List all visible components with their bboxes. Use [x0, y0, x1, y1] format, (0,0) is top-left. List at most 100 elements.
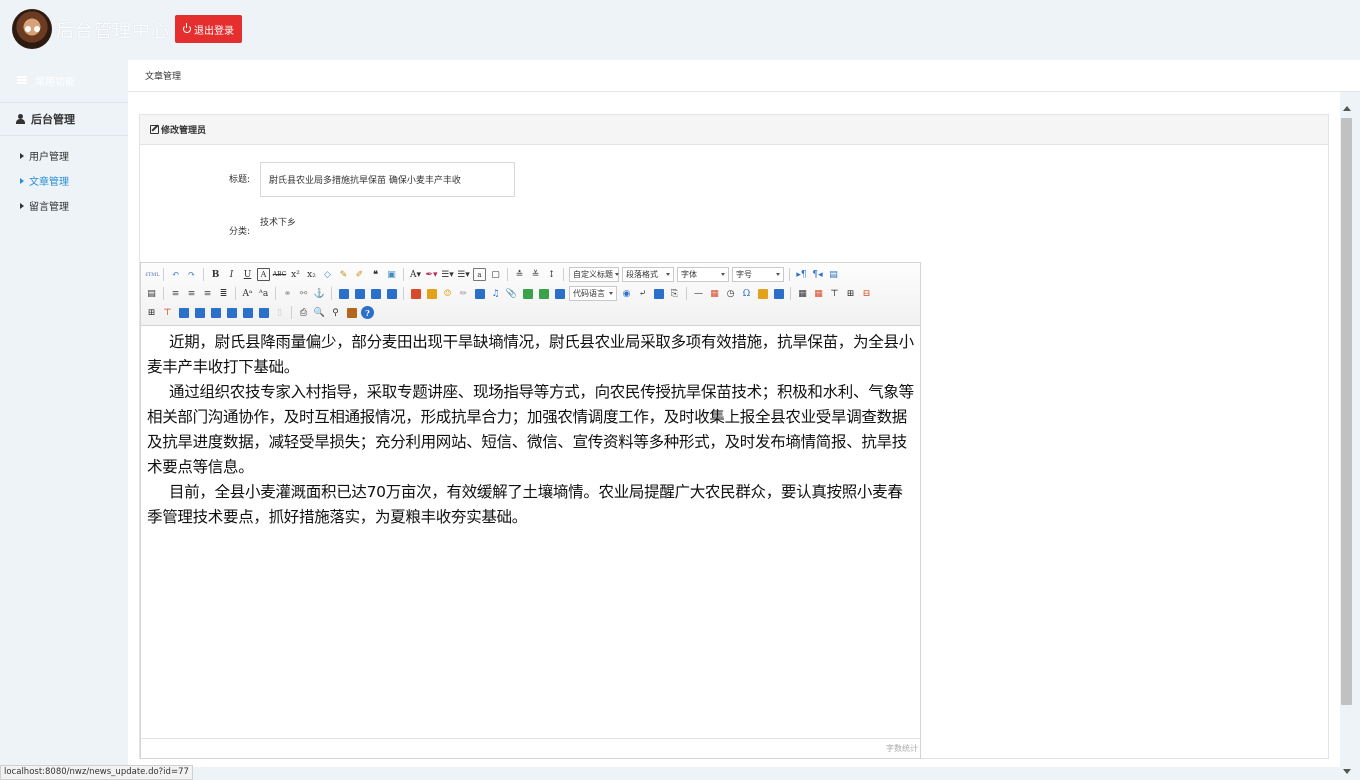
gmap-icon[interactable] [537, 287, 550, 300]
page-break-icon[interactable]: ⤶ [636, 287, 649, 300]
insert-col-icon[interactable]: ⊞ [145, 306, 158, 319]
insert-image-icon[interactable] [425, 287, 438, 300]
font-size-select[interactable]: 字号 [732, 267, 784, 282]
delete-col-icon[interactable]: ⊤ [161, 306, 174, 319]
page-scrollbar[interactable] [1340, 104, 1354, 780]
emotion-icon[interactable]: ☺ [441, 287, 454, 300]
bold-icon[interactable]: B [209, 268, 222, 281]
unlink-icon[interactable]: ⚯ [297, 287, 310, 300]
insert-table-icon[interactable]: ▦ [796, 287, 809, 300]
merge-down-icon[interactable] [209, 306, 222, 319]
sidebar-section-admin[interactable]: 后台管理 [0, 102, 128, 136]
template-icon[interactable]: ◉ [620, 287, 633, 300]
time-icon[interactable]: ◷ [724, 287, 737, 300]
paragraph-format-select[interactable]: 段落格式 [622, 267, 674, 282]
row-spacing-top-icon[interactable]: ≛ [513, 268, 526, 281]
blockquote-icon[interactable]: ❝ [369, 268, 382, 281]
merge-cells-icon[interactable] [177, 306, 190, 319]
preview-icon[interactable]: 🔍 [313, 306, 326, 319]
sidebar-item-messages[interactable]: 留言管理 [0, 193, 128, 218]
title-input[interactable] [260, 162, 515, 197]
music-icon[interactable]: ♫ [489, 287, 502, 300]
date-icon[interactable]: ▦ [708, 287, 721, 300]
html-source-icon[interactable]: HTML [145, 268, 160, 281]
custom-heading-select[interactable]: 自定义标题 [569, 267, 619, 282]
print-icon[interactable]: ⎙ [297, 306, 310, 319]
editor-content[interactable]: 近期，尉氏县降雨量偏少，部分麦田出现干旱缺墒情况，尉氏县农业局采取多项有效措施，… [141, 326, 920, 738]
rich-text-editor[interactable]: HTML ↶ ↷ B I U A ABC x² x₂ ◇ ✎ ✐ ❝ ▣ A▾ … [140, 262, 921, 759]
category-value[interactable]: 技术下乡 [260, 215, 296, 228]
align-center-icon[interactable]: ≡ [185, 287, 198, 300]
scroll-down-icon[interactable] [1343, 769, 1351, 774]
rtl-icon[interactable]: ¶◂ [811, 268, 824, 281]
font-color-icon[interactable]: A▾ [409, 268, 422, 281]
to-lower-icon[interactable]: ᴬa [257, 287, 270, 300]
select-all-icon[interactable]: ▣ [385, 268, 398, 281]
anchor-icon[interactable]: ⚓ [313, 287, 326, 300]
line-height-icon[interactable]: ↕ [545, 268, 558, 281]
indent-icon[interactable]: ▤ [827, 268, 840, 281]
insert-paragraph-icon[interactable]: ⊤ [828, 287, 841, 300]
underline-icon[interactable]: U [241, 268, 254, 281]
back-color-icon[interactable]: ✒▾ [425, 268, 438, 281]
sidebar-item-articles[interactable]: 文章管理 [0, 168, 128, 193]
wordimage-icon[interactable]: ⎘ [668, 287, 681, 300]
sidebar-item-label: 用户管理 [29, 152, 69, 163]
special-chars-icon[interactable]: Ω [740, 287, 753, 300]
table-props-icon[interactable]: ▯ [273, 306, 286, 319]
align-none-icon[interactable]: ▤ [145, 287, 158, 300]
scroll-up-icon[interactable] [1343, 106, 1351, 111]
paste-plain-icon[interactable]: ✐ [353, 268, 366, 281]
subscript-icon[interactable]: x₂ [305, 268, 318, 281]
superscript-icon[interactable]: x² [289, 268, 302, 281]
attachment-icon[interactable]: 📎 [505, 287, 518, 300]
delete-table-icon[interactable]: ▦ [812, 287, 825, 300]
align-justify-icon[interactable]: ≣ [217, 287, 230, 300]
delete-row-icon[interactable]: ⊟ [860, 287, 873, 300]
italic-icon[interactable]: I [225, 268, 238, 281]
logout-button[interactable]: 退出登录 [175, 15, 242, 43]
image-none-icon[interactable] [337, 287, 350, 300]
strikethrough-icon[interactable]: ABC [273, 268, 286, 281]
link-icon[interactable]: ⚭ [281, 287, 294, 300]
split-cols-icon[interactable] [257, 306, 270, 319]
merge-right-icon[interactable] [193, 306, 206, 319]
select-all-text-icon[interactable]: a [473, 268, 486, 281]
ordered-list-icon[interactable]: ☰▾ [441, 268, 454, 281]
simple-upload-icon[interactable] [409, 287, 422, 300]
undo-icon[interactable]: ↶ [169, 268, 182, 281]
font-border-icon[interactable]: A [257, 268, 270, 281]
remove-format-icon[interactable]: ◇ [321, 268, 334, 281]
clear-doc-icon[interactable]: ▢ [489, 268, 502, 281]
insert-frame-icon[interactable] [553, 287, 566, 300]
split-rows-icon[interactable] [241, 306, 254, 319]
power-icon [183, 23, 191, 33]
search-icon[interactable]: ⚲ [329, 306, 342, 319]
sidebar-item-users[interactable]: 用户管理 [0, 143, 128, 168]
align-left-icon[interactable]: ≡ [169, 287, 182, 300]
horizontal-rule-icon[interactable]: — [692, 287, 705, 300]
image-left-icon[interactable] [353, 287, 366, 300]
background-icon[interactable] [652, 287, 665, 300]
font-family-select[interactable]: 字体 [677, 267, 729, 282]
drafts-icon[interactable] [345, 306, 358, 319]
to-upper-icon[interactable]: Aᵃ [241, 287, 254, 300]
row-spacing-bottom-icon[interactable]: ≚ [529, 268, 542, 281]
map-icon[interactable] [521, 287, 534, 300]
image-right-icon[interactable] [369, 287, 382, 300]
scroll-thumb[interactable] [1341, 118, 1352, 705]
align-right-icon[interactable]: ≡ [201, 287, 214, 300]
redo-icon[interactable]: ↷ [185, 268, 198, 281]
split-cells-icon[interactable] [225, 306, 238, 319]
insert-video-icon[interactable] [473, 287, 486, 300]
snapscreen-icon[interactable] [756, 287, 769, 300]
scrawl-icon[interactable]: ✏ [457, 287, 470, 300]
help-icon[interactable]: ? [361, 306, 374, 319]
ltr-icon[interactable]: ▸¶ [795, 268, 808, 281]
insert-row-icon[interactable]: ⊞ [844, 287, 857, 300]
auto-typeset-icon[interactable]: ✎ [337, 268, 350, 281]
search-replace-icon[interactable] [772, 287, 785, 300]
image-center-icon[interactable] [385, 287, 398, 300]
code-language-select[interactable]: 代码语言 [569, 286, 617, 301]
unordered-list-icon[interactable]: ☰▾ [457, 268, 470, 281]
